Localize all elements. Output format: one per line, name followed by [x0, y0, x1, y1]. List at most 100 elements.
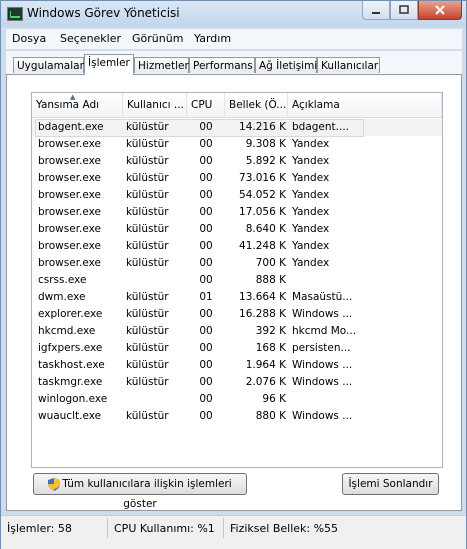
process-list[interactable]: ▲ Yansıma Adı Kullanıcı ... CPU Bellek (… [31, 92, 443, 468]
cell-image-name: browser.exe [38, 240, 102, 252]
cell-image-name: igfxpers.exe [38, 342, 103, 354]
table-row[interactable]: browser.exe külüstür 00 41.248 K Yandex [32, 238, 442, 255]
minimize-button[interactable] [362, 1, 390, 20]
table-row[interactable]: browser.exe külüstür 00 8.640 K Yandex [32, 221, 442, 238]
caption-buttons [362, 1, 462, 20]
cell-image-name: explorer.exe [38, 308, 103, 320]
table-row[interactable]: browser.exe külüstür 00 54.052 K Yandex [32, 187, 442, 204]
cell-image-name: wuauclt.exe [38, 410, 102, 422]
column-cpu[interactable]: CPU [187, 93, 225, 117]
table-row[interactable]: winlogon.exe 00 96 K [32, 391, 442, 408]
cell-user-name: külüstür [126, 410, 169, 422]
cell-memory: 700 K [255, 257, 286, 269]
cell-user-name: külüstür [126, 308, 169, 320]
column-user-name[interactable]: Kullanıcı ... [123, 93, 187, 117]
menu-file[interactable]: Dosya [12, 32, 46, 45]
tab-users[interactable]: Kullanıcılar [317, 57, 380, 73]
maximize-icon [399, 5, 409, 14]
cell-user-name: külüstür [126, 223, 169, 235]
cell-user-name: külüstür [126, 189, 169, 201]
list-header: ▲ Yansıma Adı Kullanıcı ... CPU Bellek (… [32, 93, 442, 118]
cell-image-name: csrss.exe [38, 274, 87, 286]
table-row[interactable]: browser.exe külüstür 00 9.308 K Yandex [32, 136, 442, 153]
table-row[interactable]: browser.exe külüstür 00 73.016 K Yandex [32, 170, 442, 187]
cell-user-name [126, 391, 188, 408]
cell-user-name: külüstür [126, 155, 169, 167]
close-button[interactable] [418, 1, 462, 20]
tab-processes[interactable]: İşlemler [84, 54, 134, 75]
cell-memory: 17.056 K [239, 206, 286, 218]
menu-view[interactable]: Görünüm [132, 32, 183, 45]
cell-description [292, 391, 362, 408]
cell-image-name: browser.exe [38, 206, 102, 218]
table-row[interactable]: dwm.exe külüstür 01 13.664 K Masaüstü... [32, 289, 442, 306]
cell-image-name: hkcmd.exe [38, 325, 96, 337]
cell-memory: 1.964 K [245, 359, 286, 371]
table-row[interactable]: bdagent.exe külüstür 00 14.216 Kbdagent.... [32, 119, 442, 137]
cell-user-name: külüstür [126, 359, 169, 371]
end-process-button[interactable]: İşlemi Sonlandır [342, 473, 439, 495]
cell-image-name: browser.exe [38, 189, 102, 201]
cell-user-name: külüstür [126, 172, 169, 184]
table-row[interactable]: taskhost.exe külüstür 00 1.964 K Windows ... [32, 357, 442, 374]
cell-user-name: külüstür [126, 376, 169, 388]
cell-image-name: taskmgr.exe [38, 376, 103, 388]
table-row[interactable]: browser.exe külüstür 00 700 K Yandex [32, 255, 442, 272]
menu-help[interactable]: Yardım [194, 32, 231, 45]
menu-options[interactable]: Seçenekler [60, 32, 121, 45]
cell-description: Yandex [292, 172, 330, 184]
cell-user-name: külüstür [126, 325, 169, 337]
show-all-users-button[interactable]: Tüm kullanıcılara ilişkin işlemleri göst… [33, 473, 247, 510]
cell-memory: 392 K [255, 325, 286, 337]
cell-image-name: taskhost.exe [38, 359, 105, 371]
cell-description: hkcmd Mo... [292, 325, 357, 337]
tab-performance[interactable]: Performans [189, 57, 255, 73]
sort-ascending-icon: ▲ [70, 93, 76, 101]
cell-user-name: külüstür [126, 206, 169, 218]
table-row[interactable]: wuauclt.exe külüstür 00 880 K Windows ... [32, 408, 442, 425]
cell-description: Yandex [292, 189, 330, 201]
minimize-icon [372, 12, 380, 14]
tab-applications[interactable]: Uygulamalar [13, 57, 84, 73]
cell-user-name: külüstür [126, 257, 169, 269]
cell-memory: 96 K [262, 393, 286, 405]
cell-description: Yandex [292, 240, 330, 252]
column-image-name-label: Yansıma Adı [36, 99, 100, 111]
cell-description: Windows ... [292, 410, 353, 422]
cell-image-name: browser.exe [38, 172, 102, 184]
maximize-button[interactable] [390, 1, 418, 20]
cell-user-name [126, 272, 188, 289]
column-memory[interactable]: Bellek (Ö... [225, 93, 288, 117]
tab-services[interactable]: Hizmetler [134, 57, 189, 73]
table-row[interactable]: explorer.exe külüstür 00 16.288 K Windows ..… [32, 306, 442, 323]
cell-image-name: browser.exe [38, 138, 102, 150]
cell-image-name: dwm.exe [38, 291, 86, 303]
cell-description: Masaüstü... [292, 291, 353, 303]
table-row[interactable]: hkcmd.exe külüstür 00 392 Khkcmd Mo... [32, 323, 442, 340]
cell-memory: 5.892 K [245, 155, 286, 167]
column-image-name[interactable]: ▲ Yansıma Adı [32, 93, 123, 117]
table-row[interactable]: browser.exe külüstür 00 17.056 K Yandex [32, 204, 442, 221]
close-icon [435, 5, 445, 15]
cell-memory: 2.076 K [245, 376, 286, 388]
cell-description: Yandex [292, 223, 330, 235]
cell-memory: 41.248 K [239, 240, 286, 252]
cell-description: Windows ... [292, 308, 353, 320]
table-row[interactable]: igfxpers.exe külüstür 00 168 Kpersisten... [32, 340, 442, 357]
table-row[interactable]: browser.exe külüstür 00 5.892 K Yandex [32, 153, 442, 170]
table-row[interactable]: taskmgr.exe külüstür 00 2.076 K Windows ... [32, 374, 442, 391]
title-bar[interactable]: Windows Görev Yöneticisi [1, 1, 466, 27]
cell-memory: 16.288 K [239, 308, 286, 320]
cell-description [292, 272, 362, 289]
cell-memory: 14.216 K [239, 121, 286, 133]
cell-user-name: külüstür [126, 240, 169, 252]
window-title: Windows Görev Yöneticisi [27, 6, 180, 20]
status-process-count: İşlemler: 58 [7, 522, 72, 535]
column-description[interactable]: Açıklama [288, 93, 442, 117]
cell-memory: 13.664 K [239, 291, 286, 303]
cell-memory: 8.640 K [245, 223, 286, 235]
cell-image-name: browser.exe [38, 257, 102, 269]
table-row[interactable]: csrss.exe 00 888 K [32, 272, 442, 289]
tab-networking[interactable]: Ağ İletişimi [255, 57, 317, 73]
cell-image-name: browser.exe [38, 223, 102, 235]
